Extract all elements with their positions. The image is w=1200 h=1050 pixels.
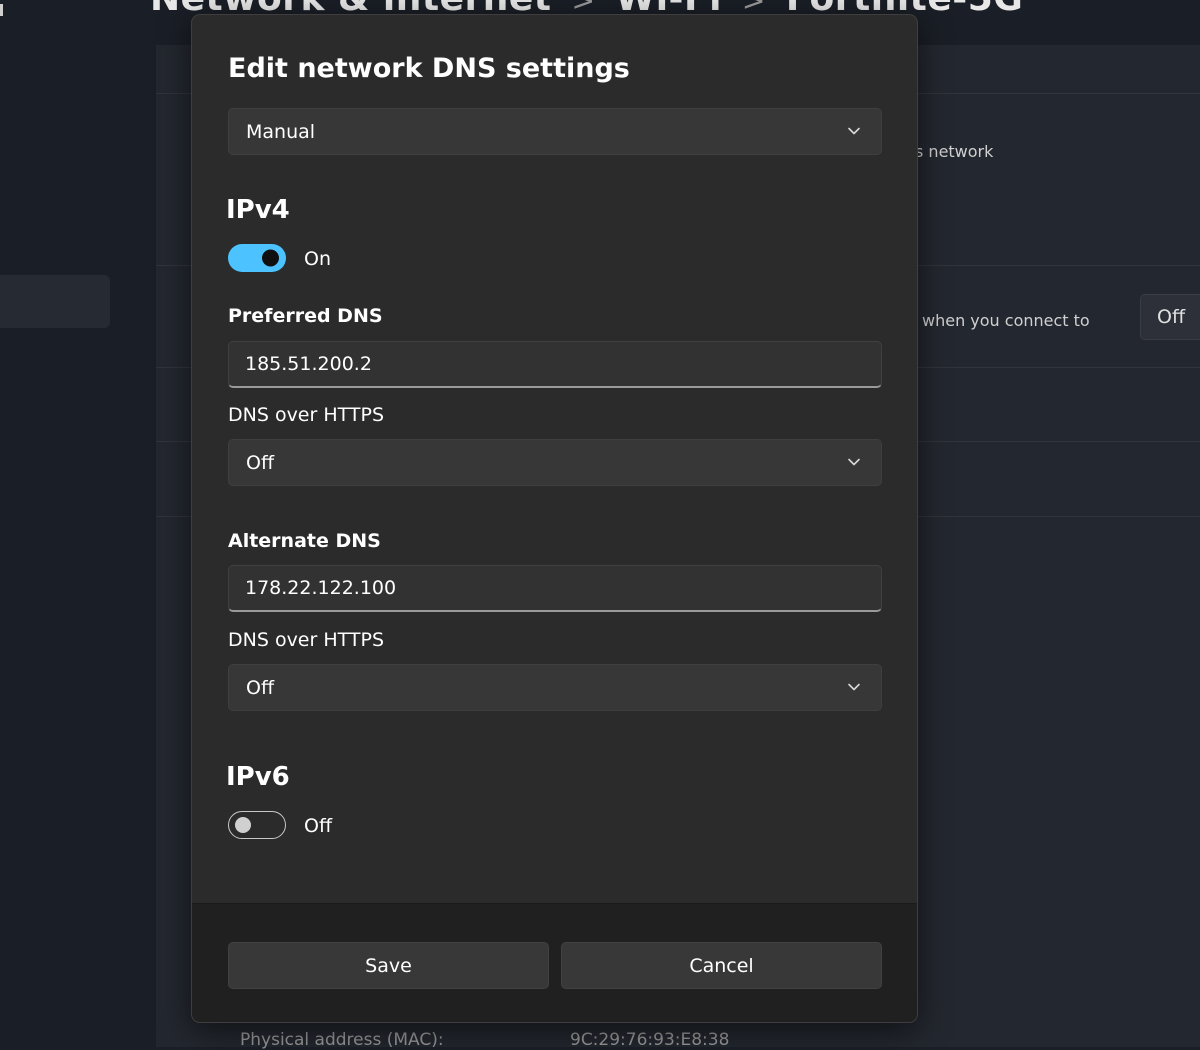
save-button[interactable]: Save xyxy=(228,942,549,989)
ipv4-toggle[interactable] xyxy=(228,244,286,272)
chevron-down-icon xyxy=(848,127,860,135)
alternate-doh-label: DNS over HTTPS xyxy=(228,629,385,651)
preferred-dns-label: Preferred DNS xyxy=(228,305,383,327)
toggle-knob xyxy=(262,249,279,267)
preferred-doh-select[interactable]: Off xyxy=(228,439,882,486)
background-off-dropdown[interactable]: Off xyxy=(1140,294,1200,340)
toggle-knob xyxy=(235,817,251,833)
background-network-text: s network xyxy=(915,142,994,161)
edit-dns-dialog: Edit network DNS settings Manual IPv4 On… xyxy=(191,14,918,1023)
cancel-button[interactable]: Cancel xyxy=(561,942,882,989)
ipv4-heading: IPv4 xyxy=(226,195,290,225)
physical-address-value: 9C:29:76:93:E8:38 xyxy=(570,1030,730,1050)
physical-address-label: Physical address (MAC): xyxy=(240,1030,444,1050)
ipv6-toggle[interactable] xyxy=(228,811,286,839)
ipv4-toggle-label: On xyxy=(304,248,331,270)
sidebar-indicator xyxy=(0,4,3,16)
ipv6-toggle-label: Off xyxy=(304,815,333,837)
preferred-dns-input[interactable] xyxy=(228,341,882,388)
alternate-dns-input[interactable] xyxy=(228,565,882,612)
dns-mode-value: Manual xyxy=(246,120,316,143)
preferred-doh-value: Off xyxy=(246,451,275,474)
preferred-doh-label: DNS over HTTPS xyxy=(228,404,385,426)
background-connect-text: when you connect to xyxy=(922,311,1090,330)
alternate-doh-value: Off xyxy=(246,676,275,699)
chevron-down-icon xyxy=(848,683,860,691)
dialog-title: Edit network DNS settings xyxy=(228,53,630,84)
sidebar-selected-item[interactable] xyxy=(0,275,110,328)
alternate-dns-label: Alternate DNS xyxy=(228,530,381,552)
dns-mode-select[interactable]: Manual xyxy=(228,108,882,155)
alternate-doh-select[interactable]: Off xyxy=(228,664,882,711)
chevron-down-icon xyxy=(848,458,860,466)
dialog-footer: Save Cancel xyxy=(192,903,917,1022)
ipv6-heading: IPv6 xyxy=(226,762,290,792)
